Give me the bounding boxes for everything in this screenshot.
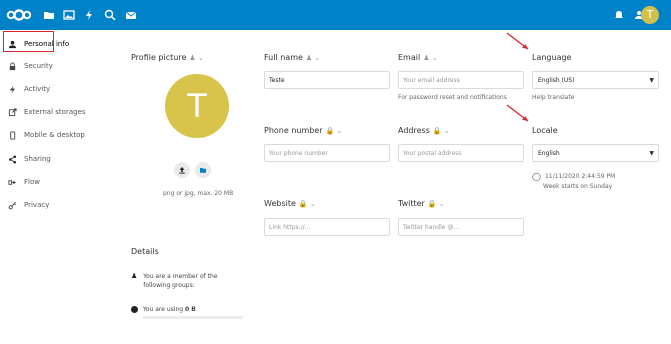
twitter-title: Twitter 🔒 ⌄ (398, 199, 445, 208)
sidebar-item-privacy[interactable]: Privacy (4, 194, 114, 216)
details-title: Details (131, 247, 159, 256)
phone-title: Phone number 🔒 ⌄ (264, 126, 342, 135)
user-avatar[interactable]: T (641, 6, 659, 24)
user-icon: ♟ (131, 272, 138, 280)
sidebar-item-label: Activity (24, 85, 51, 93)
sidebar-item-label: Flow (24, 178, 40, 186)
search-icon[interactable] (103, 8, 117, 22)
week-start-text: Week starts on Sunday (543, 183, 613, 190)
annotation-arrow-locale (506, 104, 529, 122)
groups-info: ♟ You are a member of the following grou… (131, 272, 238, 290)
external-storage-icon (6, 106, 18, 118)
lock-icon (6, 60, 18, 72)
email-label: Email (398, 53, 421, 62)
visibility-icon[interactable]: ♟ ⌄ (189, 54, 203, 62)
settings-sidebar: Personal info Security Activity External… (0, 30, 118, 344)
twitter-input[interactable]: Twitter handle @... (398, 218, 524, 236)
sidebar-item-activity[interactable]: Activity (4, 78, 114, 100)
top-header: T (0, 0, 671, 30)
visibility-icon[interactable]: 🔒 ⌄ (433, 127, 450, 135)
website-input[interactable]: Link https://... (264, 218, 390, 236)
upload-icon (179, 167, 185, 174)
fullname-input[interactable]: Teste (264, 71, 390, 89)
sidebar-item-label: Privacy (24, 201, 50, 209)
address-title: Address 🔒 ⌄ (398, 126, 450, 135)
email-input[interactable]: Your email address (398, 71, 524, 89)
groups-text: You are a member of the following groups… (143, 273, 218, 289)
sidebar-item-sharing[interactable]: Sharing (4, 148, 114, 170)
fullname-label: Full name (264, 53, 303, 62)
fullname-title: Full name ♟ ⌄ (264, 53, 320, 62)
profile-picture-label: Profile picture (131, 53, 187, 62)
chevron-down-icon: ▼ (649, 77, 654, 84)
key-icon (6, 199, 18, 211)
chevron-down-icon: ▼ (649, 150, 654, 157)
notifications-icon[interactable] (612, 8, 626, 22)
visibility-icon[interactable]: ♟ ⌄ (306, 54, 320, 62)
share-icon (6, 153, 18, 165)
photos-icon[interactable] (62, 8, 76, 22)
profile-picture-title: Profile picture ♟ ⌄ (131, 53, 204, 62)
visibility-icon[interactable]: 🔒 ⌄ (299, 200, 316, 208)
sidebar-item-label: Mobile & desktop (24, 131, 85, 139)
sidebar-item-mobile-desktop[interactable]: Mobile & desktop (4, 124, 114, 146)
locale-title: Locale (532, 126, 558, 135)
highlight-annotation (3, 31, 54, 52)
phone-input[interactable]: Your phone number (264, 144, 390, 162)
help-translate-link[interactable]: Help translate (532, 94, 574, 101)
avatar-hint: png or jpg, max. 20 MB (163, 190, 234, 197)
choose-avatar-from-files-button[interactable] (195, 162, 211, 178)
website-label: Website (264, 199, 296, 208)
sidebar-item-flow[interactable]: Flow (4, 171, 114, 193)
website-title: Website 🔒 ⌄ (264, 199, 316, 208)
email-hint: For password reset and notifications (398, 94, 507, 101)
storage-pie-icon (131, 306, 138, 313)
sidebar-item-label: Sharing (24, 155, 51, 163)
nextcloud-logo-icon[interactable] (6, 7, 32, 23)
activity-header-icon[interactable] (82, 8, 96, 22)
phone-label: Phone number (264, 126, 323, 135)
visibility-icon[interactable]: ♟ ⌄ (423, 54, 437, 62)
usage-value: 0 B (184, 306, 196, 313)
locale-datetime-text: 11/11/2020 2:44:59 PM (544, 173, 616, 180)
globe-icon: ◯ (532, 172, 541, 181)
storage-usage: You are using 0 B (131, 306, 196, 313)
visibility-icon[interactable]: 🔒 ⌄ (326, 127, 343, 135)
mail-icon[interactable] (124, 8, 138, 22)
language-label: Language (532, 53, 572, 62)
sidebar-item-label: External storages (24, 108, 86, 116)
folder-icon (200, 168, 206, 173)
files-icon[interactable] (42, 8, 56, 22)
storage-usage-bar (143, 316, 243, 319)
profile-avatar: T (165, 74, 229, 138)
annotation-arrow-language (506, 32, 529, 50)
mobile-icon (6, 129, 18, 141)
locale-label: Locale (532, 126, 558, 135)
locale-datetime: ◯ 11/11/2020 2:44:59 PM (532, 172, 615, 181)
sidebar-item-label: Security (24, 62, 53, 70)
locale-select[interactable]: English ▼ (532, 144, 659, 162)
locale-value: English (538, 149, 560, 157)
upload-avatar-button[interactable] (174, 162, 190, 178)
language-select[interactable]: English (US) ▼ (532, 71, 659, 89)
sidebar-item-security[interactable]: Security (4, 55, 114, 77)
language-value: English (US) (538, 76, 575, 84)
visibility-icon[interactable]: 🔒 ⌄ (428, 200, 445, 208)
address-input[interactable]: Your postal address (398, 144, 524, 162)
address-label: Address (398, 126, 430, 135)
activity-icon (6, 83, 18, 95)
email-title: Email ♟ ⌄ (398, 53, 438, 62)
language-title: Language (532, 53, 571, 62)
sidebar-item-external-storages[interactable]: External storages (4, 101, 114, 123)
usage-prefix-text: You are using (143, 306, 185, 313)
flow-icon (6, 176, 18, 188)
twitter-label: Twitter (398, 199, 425, 208)
